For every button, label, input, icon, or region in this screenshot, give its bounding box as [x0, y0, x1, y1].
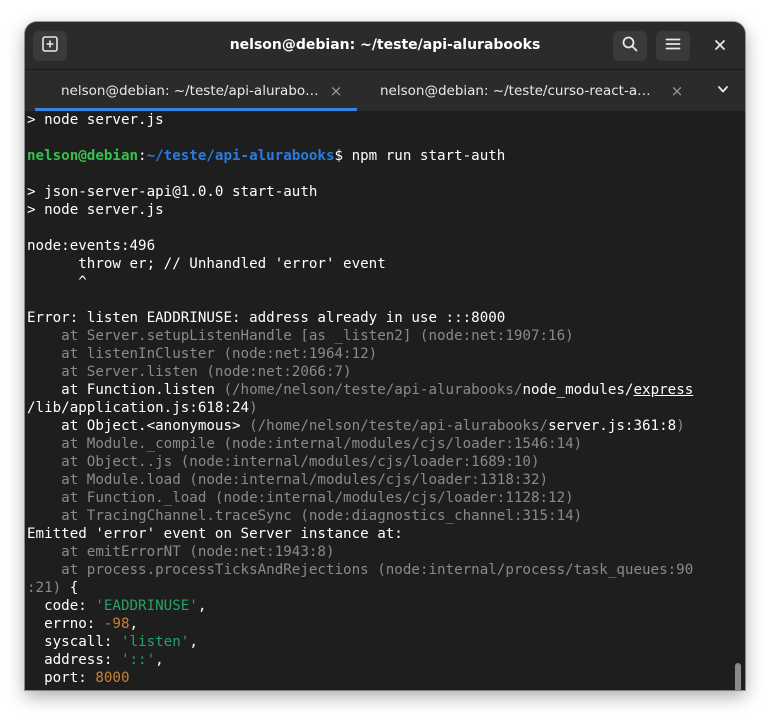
terminal-line: Error: listen EADDRINUSE: address alread…	[27, 309, 505, 327]
terminal-line: port: 8000	[27, 669, 130, 687]
terminal-text-segment: syscall:	[27, 634, 121, 650]
tab-close-icon[interactable]: ×	[670, 82, 684, 100]
terminal-line: at Object.<anonymous> (/home/nelson/test…	[27, 417, 685, 435]
terminal-line: at Function._load (node:internal/modules…	[27, 489, 574, 507]
terminal-line: syscall: 'listen',	[27, 633, 198, 651]
terminal-text-segment: at Module.load (node:internal/modules/cj…	[27, 472, 549, 488]
terminal-line: > node server.js	[27, 201, 164, 219]
terminal-text-segment: 'EADDRINUSE'	[95, 598, 198, 614]
tab-overflow-button[interactable]	[709, 76, 737, 104]
terminal-line: at TracingChannel.traceSync (node:diagno…	[27, 507, 582, 525]
terminal-line: > json-server-api@1.0.0 start-auth	[27, 183, 317, 201]
terminal-line: at emitErrorNT (node:net:1943:8)	[27, 543, 335, 561]
new-tab-icon	[41, 35, 59, 57]
terminal-text-segment: at Object.<anonymous>	[27, 418, 250, 434]
terminal-text-segment: )	[249, 400, 258, 416]
terminal-line: /lib/application.js:618:24)	[27, 399, 258, 417]
terminal-text-segment: node:events:496	[27, 238, 156, 254]
terminal-line: errno: -98,	[27, 615, 138, 633]
main-menu-button[interactable]	[656, 31, 690, 61]
terminal-line: at Module._compile (node:internal/module…	[27, 435, 582, 453]
terminal-text-segment: )	[676, 418, 685, 434]
terminal-text-segment: at emitErrorNT (node:net:1943:8)	[27, 544, 335, 560]
chevron-down-icon	[716, 81, 730, 100]
terminal-text-segment: > node server.js	[27, 202, 164, 218]
terminal-text-segment: > node server.js	[27, 112, 164, 128]
terminal-line: at Module.load (node:internal/modules/cj…	[27, 471, 548, 489]
terminal-text-segment: (/home/nelson/teste/api-alurabooks/	[249, 418, 549, 434]
terminal-text-segment: nelson@debian	[27, 148, 139, 164]
terminal-text-segment: -98	[103, 616, 130, 632]
tab-close-icon[interactable]: ×	[329, 82, 343, 100]
terminal-line: :21) {	[27, 579, 78, 597]
terminal-text-segment: address:	[27, 652, 121, 668]
tab-label: nelson@debian: ~/teste/curso-react-al…	[380, 82, 652, 99]
terminal-text-segment: > json-server-api@1.0.0 start-auth	[27, 184, 318, 200]
terminal-text-segment: ,	[155, 652, 164, 668]
terminal-text-segment: at listenInCluster (node:net:1964:12)	[27, 346, 378, 362]
terminal-text-segment: ~/teste/api-alurabooks	[146, 148, 335, 164]
tab-bar: nelson@debian: ~/teste/api-alurabooks × …	[25, 70, 745, 111]
terminal-text-segment: (/home/nelson/teste/api-alurabooks/	[223, 382, 523, 398]
close-window-button[interactable]	[703, 31, 737, 61]
terminal-line: ^	[27, 273, 87, 291]
terminal-text-segment: ^	[27, 274, 87, 290]
close-icon	[713, 37, 727, 56]
terminal-window: nelson@debian: ~/teste/api-alurabooks ne…	[25, 22, 745, 690]
terminal-output[interactable]: > node server.js nelson@debian:~/teste/ap…	[25, 111, 729, 690]
terminal-text-segment: at TracingChannel.traceSync (node:diagno…	[27, 508, 583, 524]
terminal-line: throw er; // Unhandled 'error' event	[27, 255, 386, 273]
window-title: nelson@debian: ~/teste/api-alurabooks	[229, 37, 541, 53]
terminal-text-segment: port:	[27, 670, 96, 686]
terminal-line: at Server.listen (node:net:2066:7)	[27, 363, 352, 381]
terminal-text-segment: 8000	[95, 670, 130, 686]
terminal-scrollbar[interactable]	[731, 111, 745, 690]
new-tab-button[interactable]	[33, 31, 67, 61]
search-button[interactable]	[613, 31, 647, 61]
terminal-text-segment: errno:	[27, 616, 104, 632]
tab-curso-react[interactable]: nelson@debian: ~/teste/curso-react-al… ×	[370, 70, 700, 111]
terminal-text-segment: ,	[189, 634, 198, 650]
terminal-text-segment: code:	[27, 598, 96, 614]
terminal-text-segment: at Function._load (node:internal/modules…	[27, 490, 574, 506]
terminal-text-segment: express	[633, 382, 694, 398]
terminal-text-segment: $ npm run start-auth	[334, 148, 506, 164]
terminal-text-segment: :21)	[27, 580, 62, 596]
terminal-text-segment: at Module._compile (node:internal/module…	[27, 436, 583, 452]
terminal-text-segment: 'listen'	[120, 634, 190, 650]
tab-label: nelson@debian: ~/teste/api-alurabooks	[61, 82, 319, 99]
terminal-text-segment: Error: listen EADDRINUSE: address alread…	[27, 310, 506, 326]
terminal-text-segment: at Server.setupListenHandle [as _listen2…	[27, 328, 574, 344]
terminal-text-segment: server.js:361:8	[548, 418, 677, 434]
search-icon	[621, 35, 639, 57]
terminal-text-segment: at Server.listen (node:net:2066:7)	[27, 364, 352, 380]
terminal-text-segment: '::'	[120, 652, 156, 668]
terminal-text-segment: ,	[129, 616, 139, 632]
terminal-line: at Function.listen (/home/nelson/teste/a…	[27, 381, 693, 399]
terminal-line: at process.processTicksAndRejections (no…	[27, 561, 693, 579]
terminal-text-segment: throw er; // Unhandled 'error' event	[27, 256, 386, 272]
terminal-text-segment: :	[138, 148, 147, 164]
terminal-line: at listenInCluster (node:net:1964:12)	[27, 345, 377, 363]
terminal-text-segment: at Function.listen	[27, 382, 224, 398]
terminal-line: address: '::',	[27, 651, 164, 669]
terminal-text-segment: {	[61, 580, 79, 596]
terminal-line: at Object..js (node:internal/modules/cjs…	[27, 453, 540, 471]
terminal-text-segment: ,	[197, 598, 207, 614]
terminal-text-segment: Emitted 'error' event on Server instance…	[27, 526, 403, 542]
terminal-line: > node server.js	[27, 111, 164, 129]
header-bar: nelson@debian: ~/teste/api-alurabooks	[25, 22, 745, 70]
terminal-line: at Server.setupListenHandle [as _listen2…	[27, 327, 574, 345]
terminal-line: code: 'EADDRINUSE',	[27, 597, 206, 615]
terminal-text-segment: /lib/application.js:618:24	[27, 400, 250, 416]
hamburger-menu-icon	[664, 35, 682, 57]
terminal-line: node:events:496	[27, 237, 155, 255]
terminal-text-segment: node_modules/	[522, 382, 634, 398]
terminal-line: Emitted 'error' event on Server instance…	[27, 525, 403, 543]
terminal-line: nelson@debian:~/teste/api-alurabooks$ np…	[27, 147, 505, 165]
terminal-text-segment: at Object..js (node:internal/modules/cjs…	[27, 454, 540, 470]
terminal-text-segment: at process.processTicksAndRejections (no…	[27, 562, 694, 578]
scrollbar-thumb[interactable]	[735, 663, 741, 690]
tab-api-alurabooks[interactable]: nelson@debian: ~/teste/api-alurabooks ×	[35, 70, 357, 111]
